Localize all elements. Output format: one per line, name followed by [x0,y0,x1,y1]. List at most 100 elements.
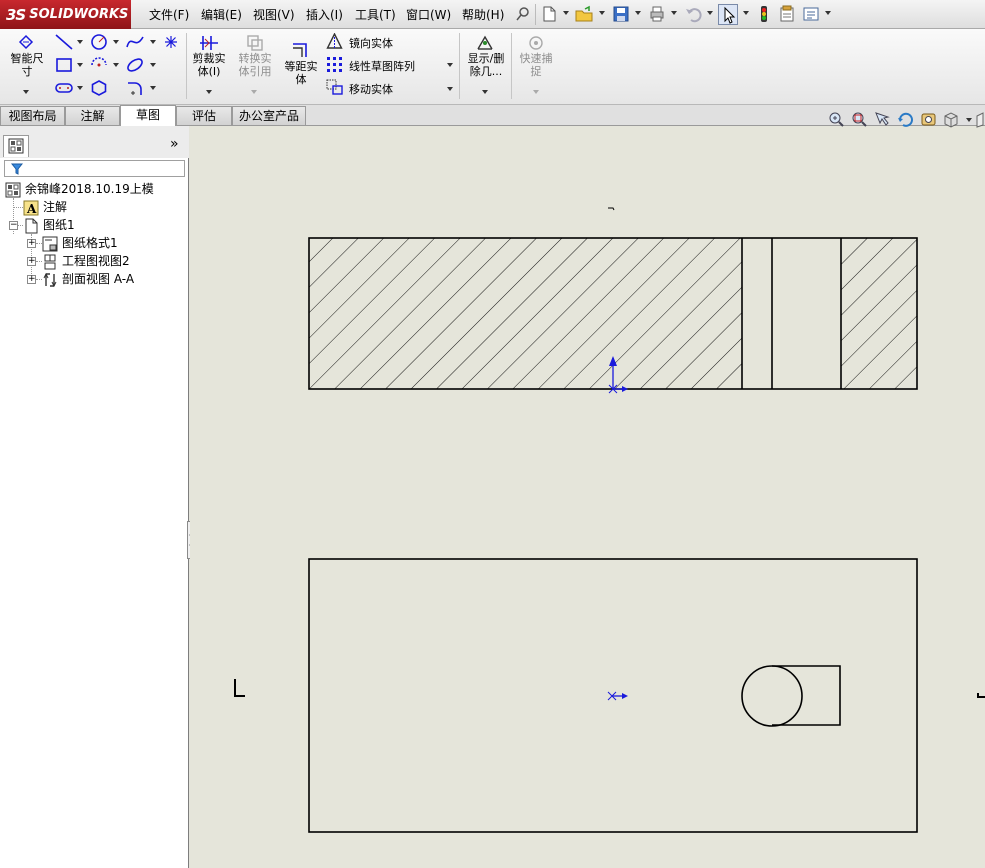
display-delete-relations-button[interactable]: 显示/删 除几... [463,52,509,78]
tree-item-drawing-view[interactable]: 工程图视图2 [42,252,130,270]
collapse-toggle-icon[interactable]: − [9,221,18,230]
feature-manager-tab[interactable] [3,135,29,157]
move-entities-button[interactable]: 移动实体 [349,81,393,97]
polygon-icon[interactable] [89,79,109,97]
options-dropdown-icon[interactable] [825,11,831,15]
expand-panel-icon[interactable]: » [170,136,179,152]
previous-view-icon[interactable] [874,111,891,128]
mirror-button[interactable]: 镜向实体 [349,35,393,51]
menu-insert[interactable]: 插入(I) [306,6,343,23]
trim-dropdown-icon[interactable] [206,90,212,94]
linear-pattern-dropdown-icon[interactable] [447,63,453,67]
circle-dropdown-icon[interactable] [113,40,119,44]
ellipse-icon[interactable] [125,56,145,74]
expand-toggle-icon[interactable]: + [27,257,36,266]
tree-filter-input[interactable] [4,160,185,177]
undo-dropdown-icon[interactable] [707,11,713,15]
graphics-area[interactable] [190,126,985,868]
spline-icon[interactable] [125,33,145,51]
tree-item-sheet[interactable]: 图纸1 [23,216,75,234]
section-view-aa[interactable] [308,237,918,394]
new-document-icon[interactable] [540,5,558,23]
point-icon[interactable] [164,35,178,49]
tree-connector [13,207,23,208]
drawing-sheet-canvas[interactable] [190,126,985,868]
select-button[interactable] [718,4,738,25]
view-orientation-icon[interactable] [942,111,959,128]
tree-item-section-view[interactable]: 剖面视图 A-A [42,270,134,288]
move-dropdown-icon[interactable] [447,87,453,91]
tree-item-label: 余锦峰2018.10.19上模 [25,182,154,196]
offset-entities-button[interactable]: 等距实 体 [280,60,322,86]
menu-help[interactable]: 帮助(H) [462,6,504,23]
tree-item-sheet-format[interactable]: 图纸格式1 [42,234,118,252]
line-icon[interactable] [54,33,74,51]
save-icon[interactable] [612,5,630,23]
expand-toggle-icon[interactable]: + [27,275,36,284]
quick-snaps-dropdown-icon[interactable] [533,90,539,94]
arc-dropdown-icon[interactable] [113,63,119,67]
slot-outline [772,665,841,726]
circle-icon[interactable] [89,33,109,51]
menu-view[interactable]: 视图(V) [253,6,295,23]
pin-icon[interactable] [514,5,532,23]
tab-view-layout[interactable]: 视图布局 [0,106,65,125]
section-line-marker-left [234,679,245,697]
options-icon[interactable] [802,5,820,23]
drawing-view-2[interactable] [308,558,918,833]
line-dropdown-icon[interactable] [77,40,83,44]
tree-item-root[interactable]: 余锦峰2018.10.19上模 [5,180,154,198]
new-dropdown-icon[interactable] [563,11,569,15]
rotate-icon[interactable] [897,111,914,128]
smart-dimension-dropdown-icon[interactable] [23,90,29,94]
pan-icon[interactable] [920,111,937,128]
menu-window[interactable]: 窗口(W) [406,6,451,23]
view-orientation-dropdown-icon[interactable] [966,118,972,122]
print-icon[interactable] [648,5,666,23]
tree-item-annotations[interactable]: A 注解 [23,198,67,216]
print-dropdown-icon[interactable] [671,11,677,15]
display-style-icon[interactable] [975,111,985,128]
tab-annotation[interactable]: 注解 [65,106,120,125]
fillet-icon[interactable] [125,79,145,97]
expand-toggle-icon[interactable]: + [27,239,36,248]
file-properties-icon[interactable] [778,5,796,23]
spline-dropdown-icon[interactable] [150,40,156,44]
select-dropdown-icon[interactable] [743,11,749,15]
rectangle-dropdown-icon[interactable] [77,63,83,67]
menu-edit[interactable]: 编辑(E) [201,6,242,23]
smart-dimension-button[interactable]: 智能尺 寸 [6,52,48,78]
convert-dropdown-icon[interactable] [251,90,257,94]
trim-button[interactable]: 剪裁实 体(I) [189,52,229,78]
offset-entities-icon [293,43,307,57]
ellipse-dropdown-icon[interactable] [150,63,156,67]
tree-item-label: 图纸格式1 [62,236,118,250]
convert-entities-button[interactable]: 转换实 体引用 [234,52,276,78]
save-dropdown-icon[interactable] [635,11,641,15]
convert-entities-icon [247,35,263,51]
undo-icon[interactable] [684,5,702,23]
quick-snaps-button[interactable]: 快速捕 捉 [514,52,558,78]
trim-icon [200,36,218,50]
arc-icon[interactable] [89,56,109,74]
menu-tools[interactable]: 工具(T) [355,6,396,23]
menu-file[interactable]: 文件(F) [149,6,189,23]
tab-sketch[interactable]: 草图 [120,105,176,126]
open-folder-icon[interactable] [575,5,593,23]
open-dropdown-icon[interactable] [599,11,605,15]
tab-evaluate[interactable]: 评估 [176,106,232,125]
slot-icon[interactable] [54,79,74,97]
solidworks-logo[interactable]: 3S SOLIDWORKS [0,0,131,29]
feature-manager-panel: » 余锦峰2018.10.19上模 A 注解 − 图纸1 + 图纸格式1 + 工程… [0,126,189,868]
mirror-icon [326,33,343,49]
slot-dropdown-icon[interactable] [77,86,83,90]
linear-pattern-button[interactable]: 线性草图阵列 [349,58,415,74]
zoom-area-icon[interactable] [851,111,868,128]
tree-item-label: 工程图视图2 [62,254,130,268]
tab-office-products[interactable]: 办公室产品 [232,106,306,125]
fillet-dropdown-icon[interactable] [150,86,156,90]
rectangle-icon[interactable] [54,56,74,74]
rebuild-traffic-light-icon[interactable] [755,5,773,23]
zoom-to-fit-icon[interactable] [828,111,845,128]
relations-dropdown-icon[interactable] [482,90,488,94]
